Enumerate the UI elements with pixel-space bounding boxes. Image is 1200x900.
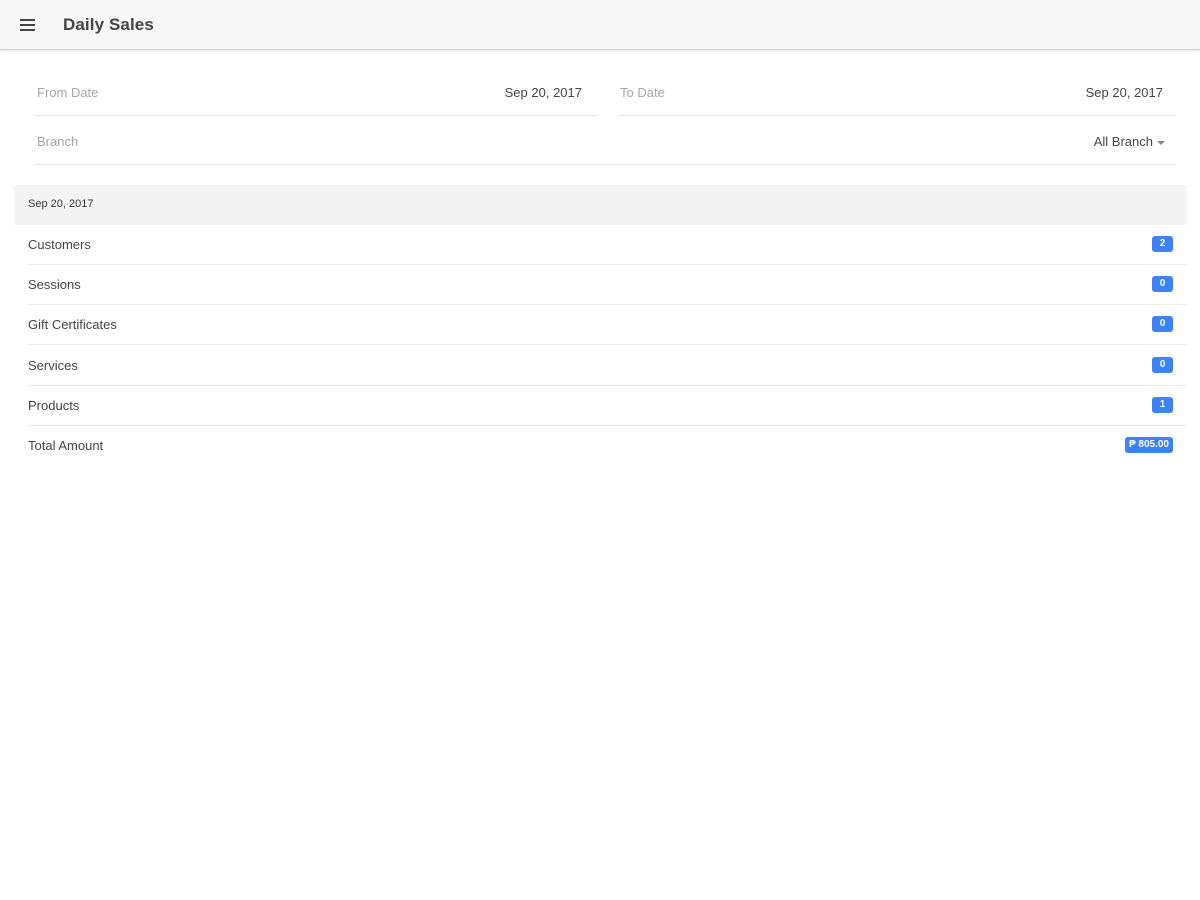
row-label: Gift Certificates: [28, 317, 117, 332]
top-toolbar: Daily Sales: [0, 0, 1200, 50]
report-row-services: Services 0: [28, 346, 1187, 386]
branch-value: All Branch: [1093, 134, 1153, 149]
caret-down-icon: [1157, 140, 1165, 145]
total-amount-badge: ₱ 805.00: [1124, 437, 1173, 453]
to-date-value: Sep 20, 2017: [1085, 85, 1163, 100]
from-date-field[interactable]: From Date Sep 20, 2017: [36, 67, 596, 116]
report-row-gift-certificates: Gift Certificates 0: [28, 305, 1187, 345]
count-badge: 0: [1152, 276, 1173, 292]
row-label: Sessions: [28, 277, 81, 292]
row-label: Services: [28, 358, 78, 373]
to-date-label: To Date: [620, 85, 665, 100]
report-row-total-amount: Total Amount ₱ 805.00: [28, 426, 1187, 466]
report-row-customers: Customers 2: [28, 225, 1187, 265]
row-label: Total Amount: [28, 438, 104, 453]
report-row-products: Products 1: [28, 386, 1187, 426]
branch-selected: All Branch: [1094, 134, 1165, 149]
to-date-field[interactable]: To Date Sep 20, 2017: [619, 67, 1177, 116]
report-date: Sep 20, 2017: [28, 198, 94, 210]
report-row-sessions: Sessions 0: [28, 265, 1187, 305]
branch-select[interactable]: Branch All Branch: [36, 116, 1177, 165]
row-label: Customers: [28, 237, 91, 252]
row-label: Products: [28, 398, 80, 413]
report-date-header: Sep 20, 2017: [14, 185, 1187, 225]
from-date-value: Sep 20, 2017: [504, 85, 582, 100]
branch-label: Branch: [37, 134, 79, 149]
page-title: Daily Sales: [63, 15, 154, 34]
count-badge: 0: [1152, 357, 1173, 373]
hamburger-menu-icon[interactable]: [18, 15, 38, 35]
count-badge: 0: [1152, 316, 1173, 332]
count-badge: 1: [1152, 397, 1173, 413]
from-date-label: From Date: [37, 85, 99, 100]
count-badge: 2: [1152, 236, 1173, 252]
